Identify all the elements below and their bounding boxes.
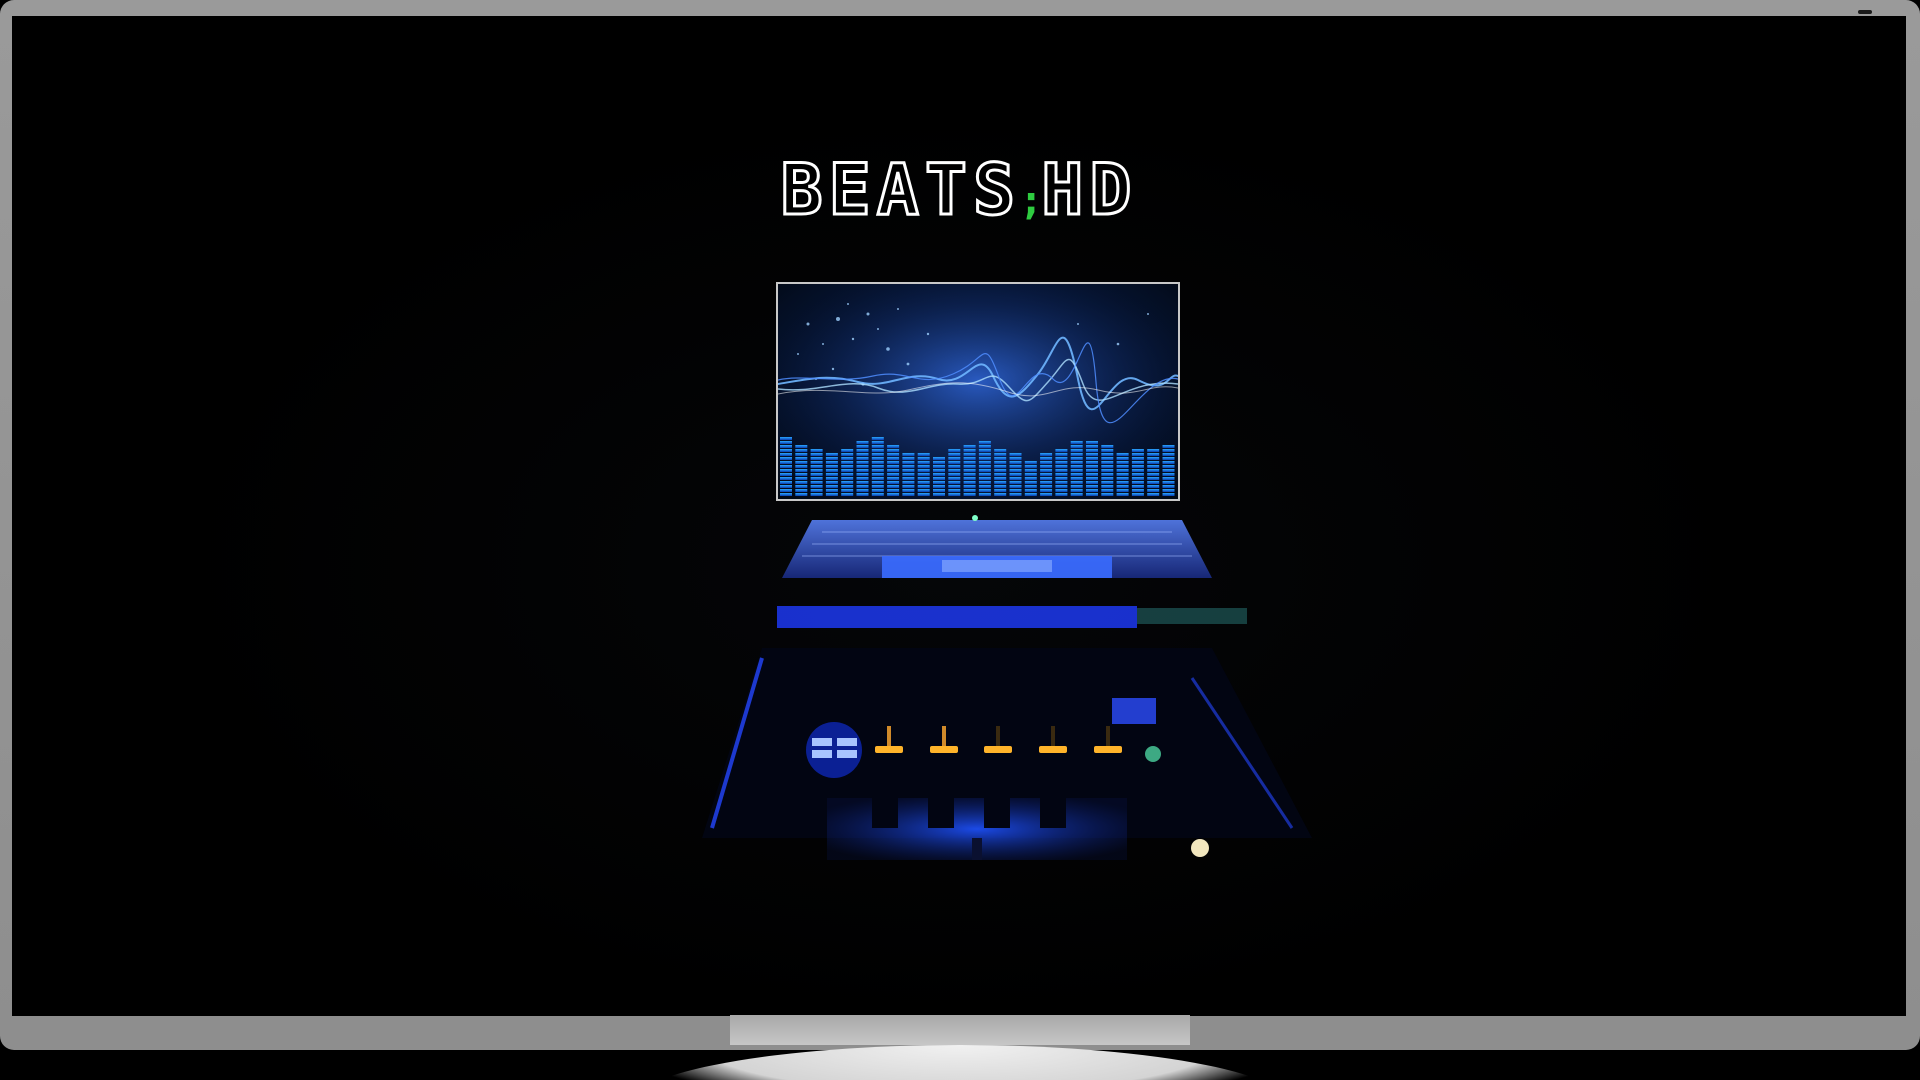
tv-stand-neck [730, 1015, 1190, 1045]
waveform-image [776, 282, 1180, 501]
dj-controller-image [692, 508, 1312, 928]
brand-logo[interactable]: BEATS;HD [12, 149, 1906, 241]
power-indicator [1858, 10, 1872, 14]
tv-screen: BEATS;HD [12, 16, 1906, 1016]
performance-pads [806, 722, 862, 778]
mixer-display [1112, 698, 1156, 724]
logo-separator: ; [1019, 178, 1044, 224]
tv-frame: BEATS;HD [0, 0, 1920, 1050]
tv-stand [630, 1045, 1290, 1080]
mixer-top-edge [777, 606, 1137, 628]
waveform-graphic [778, 284, 1178, 499]
logo-text-beats: BEATS [779, 149, 1022, 232]
dj-gear-graphic [702, 515, 1312, 860]
logo-text-hd: HD [1040, 149, 1138, 232]
deck-panel [827, 798, 1127, 860]
laptop-keyboard [782, 515, 1212, 578]
